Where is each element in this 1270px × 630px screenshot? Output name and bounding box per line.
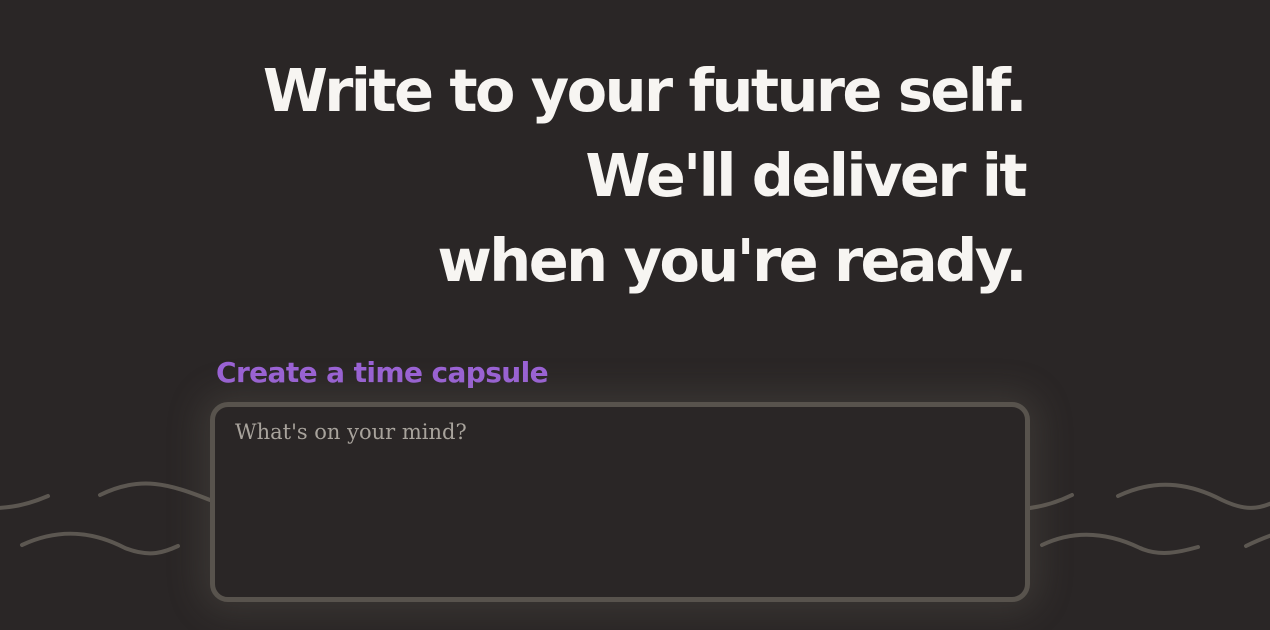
hero-line-3: when you're ready. [437,226,1027,295]
wave-left-top-2 [98,481,212,502]
page: Write to your future self. We'll deliver… [0,0,1270,630]
message-box [210,402,1030,602]
wave-right-top-1 [1028,493,1074,510]
create-capsule-heading: Create a time capsule [216,356,549,389]
wave-right-bottom-2 [1244,533,1270,548]
wave-right-bottom-1 [1040,532,1200,555]
hero-line-2: We'll deliver it [585,141,1027,210]
message-input[interactable] [215,407,1025,597]
wave-right-top-2 [1116,482,1270,510]
hero-headline: Write to your future self. We'll deliver… [262,48,1028,303]
wave-left-top-1 [0,494,50,510]
wave-left-bottom [20,531,180,556]
hero-line-1: Write to your future self. [262,56,1028,125]
